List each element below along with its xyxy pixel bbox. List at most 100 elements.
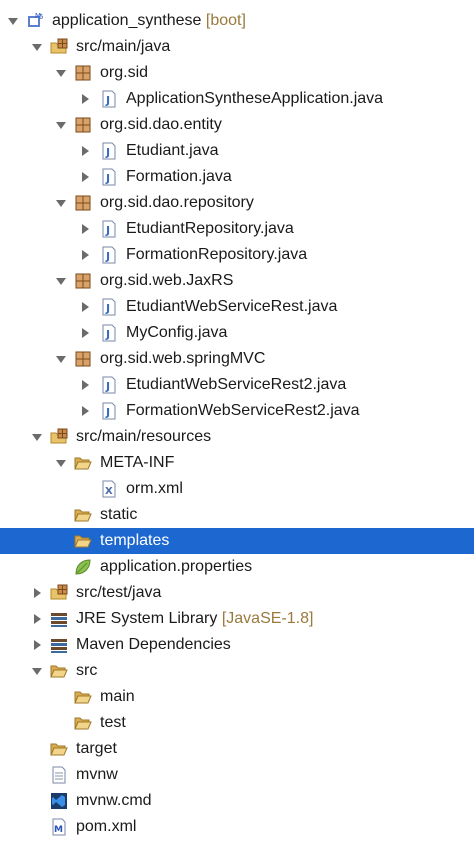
tree-item-project[interactable]: M5 application_synthese [boot] bbox=[0, 8, 474, 34]
svg-text:M: M bbox=[54, 825, 63, 835]
svg-text:J: J bbox=[105, 224, 110, 237]
tree-item-label: target bbox=[76, 740, 117, 757]
chevron-right-icon[interactable] bbox=[78, 222, 92, 236]
chevron-down-icon[interactable] bbox=[54, 456, 68, 470]
package-icon bbox=[74, 350, 92, 368]
tree-item-src-test-java[interactable]: src/test/java bbox=[0, 580, 474, 606]
vscode-file-icon bbox=[50, 792, 68, 810]
project-explorer-tree: M5 application_synthese [boot] src/main/… bbox=[0, 0, 474, 847]
tree-item-file-etudiant[interactable]: J Etudiant.java bbox=[0, 138, 474, 164]
tree-item-file-orm-xml[interactable]: X orm.xml bbox=[0, 476, 474, 502]
tree-item-label: Etudiant.java bbox=[126, 142, 219, 159]
java-file-icon: J bbox=[100, 142, 118, 160]
java-file-icon: J bbox=[100, 168, 118, 186]
spring-leaf-icon bbox=[74, 558, 92, 576]
chevron-right-icon[interactable] bbox=[30, 586, 44, 600]
tree-item-label: pom.xml bbox=[76, 818, 137, 835]
svg-text:J: J bbox=[105, 146, 110, 159]
tree-item-label: static bbox=[100, 506, 138, 523]
tree-item-file-formation-ws-rest2[interactable]: J FormationWebServiceRest2.java bbox=[0, 398, 474, 424]
folder-open-icon bbox=[74, 688, 92, 706]
tree-item-jre-system-library[interactable]: JRE System Library [JavaSE-1.8] bbox=[0, 606, 474, 632]
tree-item-file-formation[interactable]: J Formation.java bbox=[0, 164, 474, 190]
chevron-right-icon[interactable] bbox=[78, 92, 92, 106]
tree-item-file-formation-repository[interactable]: J FormationRepository.java bbox=[0, 242, 474, 268]
tree-item-file-mvnw-cmd[interactable]: mvnw.cmd bbox=[0, 788, 474, 814]
tree-item-package-org-sid[interactable]: org.sid bbox=[0, 60, 474, 86]
chevron-down-icon[interactable] bbox=[30, 40, 44, 54]
chevron-right-icon[interactable] bbox=[78, 326, 92, 340]
tree-item-src-main-resources[interactable]: src/main/resources bbox=[0, 424, 474, 450]
folder-open-icon bbox=[50, 740, 68, 758]
tree-item-src-main-java[interactable]: src/main/java bbox=[0, 34, 474, 60]
tree-item-package-web-springmvc[interactable]: org.sid.web.springMVC bbox=[0, 346, 474, 372]
tree-item-file-mvnw[interactable]: mvnw bbox=[0, 762, 474, 788]
java-file-icon: J bbox=[100, 376, 118, 394]
tree-item-package-dao-entity[interactable]: org.sid.dao.entity bbox=[0, 112, 474, 138]
package-icon bbox=[74, 116, 92, 134]
tree-item-label: org.sid.web.springMVC bbox=[100, 350, 266, 367]
tree-item-label: org.sid bbox=[100, 64, 149, 81]
tree-item-maven-dependencies[interactable]: Maven Dependencies bbox=[0, 632, 474, 658]
tree-item-file-application-properties[interactable]: application.properties bbox=[0, 554, 474, 580]
library-icon bbox=[50, 636, 68, 654]
tree-item-folder-target[interactable]: target bbox=[0, 736, 474, 762]
tree-item-label: EtudiantRepository.java bbox=[126, 220, 294, 237]
folder-open-icon bbox=[74, 506, 92, 524]
tree-item-file-myconfig[interactable]: J MyConfig.java bbox=[0, 320, 474, 346]
svg-text:J: J bbox=[105, 172, 110, 185]
java-file-icon: J bbox=[100, 324, 118, 342]
tree-item-folder-main[interactable]: main bbox=[0, 684, 474, 710]
folder-open-icon bbox=[74, 714, 92, 732]
svg-text:J: J bbox=[105, 250, 110, 263]
tree-item-label: src bbox=[76, 662, 98, 679]
tree-item-package-dao-repository[interactable]: org.sid.dao.repository bbox=[0, 190, 474, 216]
chevron-right-icon[interactable] bbox=[30, 638, 44, 652]
tree-item-folder-meta-inf[interactable]: META-INF bbox=[0, 450, 474, 476]
chevron-right-icon[interactable] bbox=[78, 144, 92, 158]
svg-text:5: 5 bbox=[39, 13, 43, 21]
chevron-right-icon[interactable] bbox=[78, 300, 92, 314]
tree-item-folder-static[interactable]: static bbox=[0, 502, 474, 528]
tree-item-label: src/main/resources bbox=[76, 428, 212, 445]
tree-item-file-etudiant-repository[interactable]: J EtudiantRepository.java bbox=[0, 216, 474, 242]
svg-text:X: X bbox=[105, 486, 113, 497]
chevron-down-icon[interactable] bbox=[54, 196, 68, 210]
java-file-icon: J bbox=[100, 90, 118, 108]
chevron-down-icon[interactable] bbox=[54, 352, 68, 366]
chevron-right-icon[interactable] bbox=[78, 170, 92, 184]
folder-open-icon bbox=[74, 532, 92, 550]
tree-item-label: FormationWebServiceRest2.java bbox=[126, 402, 360, 419]
tree-item-file-etudiant-ws-rest2[interactable]: J EtudiantWebServiceRest2.java bbox=[0, 372, 474, 398]
chevron-right-icon[interactable] bbox=[78, 248, 92, 262]
text-file-icon bbox=[50, 766, 68, 784]
svg-text:J: J bbox=[105, 94, 110, 107]
chevron-right-icon[interactable] bbox=[78, 404, 92, 418]
tree-item-label: FormationRepository.java bbox=[126, 246, 308, 263]
tree-item-label: src/test/java bbox=[76, 584, 162, 601]
chevron-right-icon[interactable] bbox=[30, 612, 44, 626]
chevron-down-icon[interactable] bbox=[54, 274, 68, 288]
chevron-down-icon[interactable] bbox=[54, 118, 68, 132]
tree-item-file-application-synthese[interactable]: J ApplicationSyntheseApplication.java bbox=[0, 86, 474, 112]
chevron-right-icon[interactable] bbox=[78, 378, 92, 392]
tree-item-label: EtudiantWebServiceRest.java bbox=[126, 298, 338, 315]
chevron-down-icon[interactable] bbox=[6, 14, 20, 28]
chevron-down-icon[interactable] bbox=[30, 664, 44, 678]
tree-item-label: META-INF bbox=[100, 454, 175, 471]
tree-item-folder-test[interactable]: test bbox=[0, 710, 474, 736]
tree-item-file-pom-xml[interactable]: M pom.xml bbox=[0, 814, 474, 840]
chevron-down-icon[interactable] bbox=[30, 430, 44, 444]
package-icon bbox=[74, 272, 92, 290]
tree-item-folder-templates[interactable]: templates bbox=[0, 528, 474, 554]
tree-item-package-web-jaxrs[interactable]: org.sid.web.JaxRS bbox=[0, 268, 474, 294]
package-icon bbox=[74, 64, 92, 82]
java-file-icon: J bbox=[100, 298, 118, 316]
folder-open-icon bbox=[50, 662, 68, 680]
tree-item-file-etudiant-ws-rest[interactable]: J EtudiantWebServiceRest.java bbox=[0, 294, 474, 320]
chevron-down-icon[interactable] bbox=[54, 66, 68, 80]
tree-item-folder-src[interactable]: src bbox=[0, 658, 474, 684]
package-icon bbox=[74, 194, 92, 212]
tree-item-label: src/main/java bbox=[76, 38, 171, 55]
library-icon bbox=[50, 610, 68, 628]
